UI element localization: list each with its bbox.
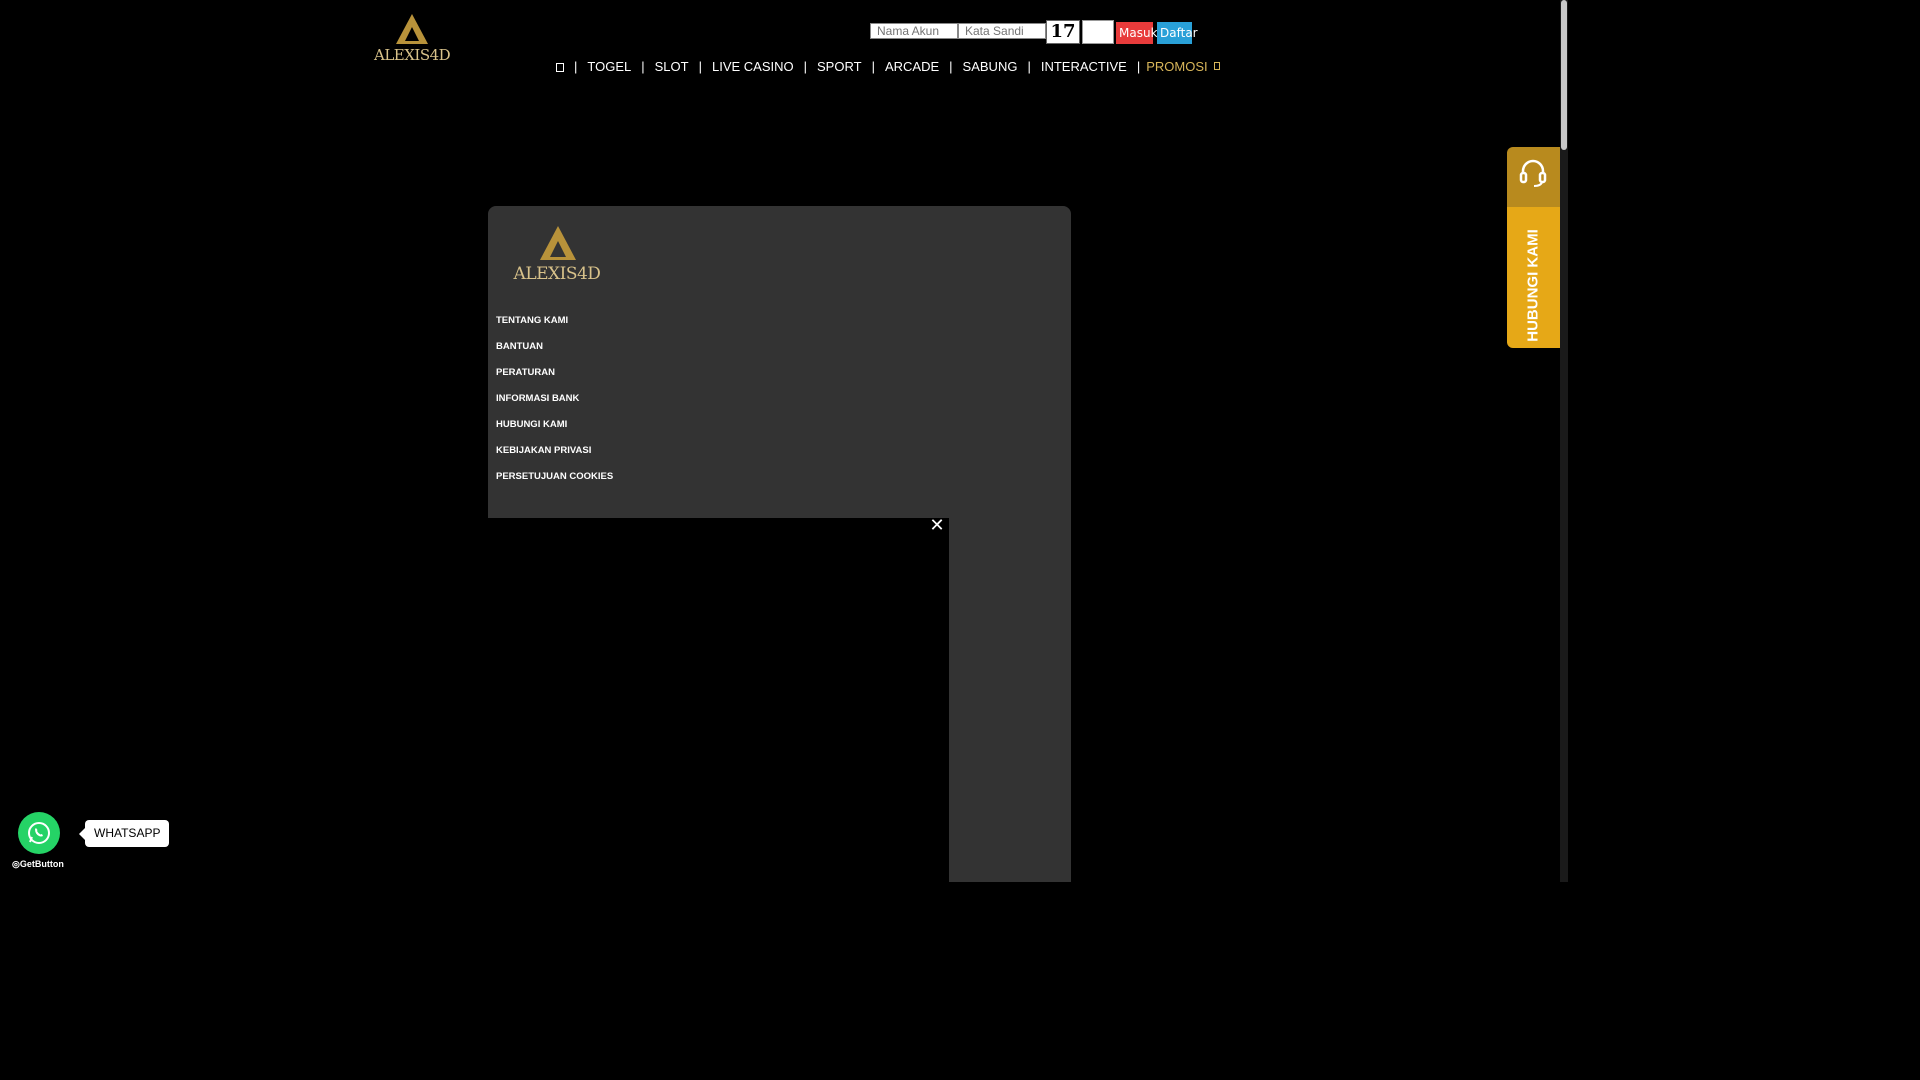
menu-item-hubungi-kami[interactable]: HUBUNGI KAMI (496, 418, 613, 444)
panel-logo: ALEXIS4D (512, 226, 602, 290)
scrollbar-thumb[interactable] (1561, 0, 1567, 150)
captcha-input[interactable] (1082, 20, 1114, 44)
login-button[interactable]: Masuk (1116, 22, 1158, 44)
nav-item-sport[interactable]: SPORT (817, 59, 862, 74)
home-icon[interactable] (556, 63, 564, 72)
nav-item-slot[interactable]: SLOT (655, 59, 689, 74)
nav-item-sabung[interactable]: SABUNG (963, 59, 1018, 74)
menu-item-peraturan[interactable]: PERATURAN (496, 366, 613, 392)
panel-logo-text: ALEXIS4D (513, 264, 601, 284)
logo-text: ALEXIS4D (374, 46, 451, 64)
menu-item-bantuan[interactable]: BANTUAN (496, 340, 613, 366)
page-scrollbar[interactable] (1560, 0, 1568, 882)
password-input[interactable] (958, 23, 1046, 39)
whatsapp-icon (28, 822, 50, 844)
promo-icon (1213, 62, 1220, 70)
menu-item-tentang-kami[interactable]: TENTANG KAMI (496, 314, 613, 340)
video-popup[interactable] (488, 518, 949, 882)
register-button[interactable]: Daftar (1157, 22, 1198, 44)
promosi-label: PROMOSI (1146, 58, 1208, 74)
getbutton-credit[interactable]: ◎GetButton (12, 859, 64, 870)
captcha-image: 17 (1046, 20, 1080, 44)
nav-item-promosi[interactable]: PROMOSI (1146, 58, 1220, 74)
getbutton-icon: ◎ (12, 859, 20, 869)
username-input[interactable] (870, 23, 958, 39)
close-icon[interactable]: ✕ (928, 517, 946, 535)
menu-item-persetujuan-cookies[interactable]: PERSETUJUAN COOKIES (496, 470, 613, 496)
panel-menu: TENTANG KAMI BANTUAN PERATURAN INFORMASI… (496, 314, 613, 496)
whatsapp-label[interactable]: WHATSAPP (78, 820, 170, 847)
nav-item-togel[interactable]: TOGEL (587, 59, 631, 74)
menu-item-kebijakan-privasi[interactable]: KEBIJAKAN PRIVASI (496, 444, 613, 470)
nav-item-live-casino[interactable]: LIVE CASINO (712, 59, 794, 74)
nav-item-arcade[interactable]: ARCADE (885, 59, 939, 74)
whatsapp-button[interactable] (18, 812, 60, 854)
site-logo[interactable]: ALEXIS4D (374, 14, 451, 68)
headset-icon (1519, 159, 1547, 187)
nav-item-interactive[interactable]: INTERACTIVE (1041, 59, 1127, 74)
menu-item-informasi-bank[interactable]: INFORMASI BANK (496, 392, 613, 418)
main-nav: | TOGEL | SLOT | LIVE CASINO | SPORT | A… (556, 57, 1220, 75)
nav-separator: | (574, 58, 578, 74)
contact-us-tab[interactable]: HUBUNGI KAMI (1507, 147, 1560, 348)
contact-tab-label: HUBUNGI KAMI (1524, 229, 1542, 342)
